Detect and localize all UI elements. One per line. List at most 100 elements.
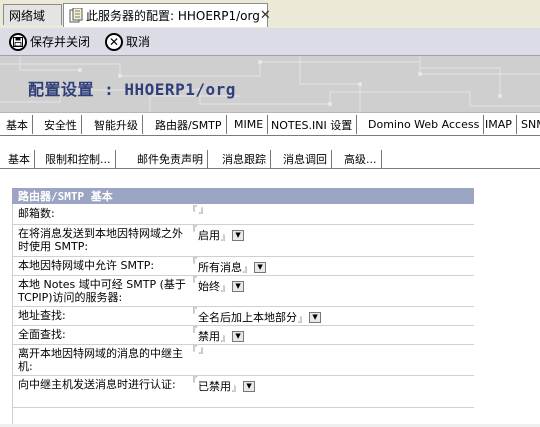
dropdown-arrow-icon[interactable]: ▼ — [254, 261, 267, 273]
subtab-label: 高级... — [344, 153, 377, 166]
field-row-relay-auth: 向中继主机发送消息时进行认证: 『已禁用』 ▼ — [12, 376, 474, 408]
field-value: 所有消息 — [198, 261, 243, 274]
cancel-x-icon: ✕ — [105, 32, 123, 51]
field-bracket-open: 『 — [188, 327, 198, 337]
tab-label: Domino Web Access — [368, 118, 480, 131]
dropdown-arrow-icon[interactable]: ▼ — [309, 311, 322, 323]
field-bracket-close: 』 — [221, 284, 231, 294]
field-bracket-close: 』 — [221, 233, 231, 243]
field-bracket-open: 『 — [188, 346, 198, 356]
tab-snmp[interactable]: SNM — [517, 115, 540, 134]
section-header: 路由器/SMTP 基本 — [12, 188, 474, 204]
subtab-basics[interactable]: 基本 — [4, 150, 35, 168]
tab-mime[interactable]: MIME — [230, 115, 269, 134]
tab-label: MIME — [234, 118, 264, 131]
address-lookup-field[interactable]: 『全名后加上本地部分』 ▼ — [188, 308, 322, 325]
subtab-message-tracking[interactable]: 消息跟踪 — [218, 150, 271, 168]
save-disk-icon — [9, 32, 27, 51]
tab-label: IMAP — [485, 118, 512, 131]
subtab-message-recall[interactable]: 消息调回 — [279, 150, 332, 168]
sub-tab-bar: 基本 限制和控制... 邮件免责声明 消息跟踪 消息调回 高级... — [0, 148, 540, 170]
smtp-servers-field[interactable]: 『始终』 ▼ — [188, 277, 245, 294]
action-bar: 保存并关闭 ✕ 取消 — [0, 28, 540, 56]
window-tab-server-config[interactable]: 此服务器的配置: HHOERP1/org ✕ — [63, 3, 271, 27]
tab-label: 安全性 — [44, 118, 77, 132]
tab-router-smtp[interactable]: 路由器/SMTP — [151, 115, 227, 134]
field-row-mailbox-count: 邮箱数: 『』 — [12, 205, 474, 225]
subtab-label: 消息跟踪 — [222, 153, 266, 166]
tab-label: 智能升级 — [94, 118, 138, 132]
dropdown-arrow-icon[interactable]: ▼ — [232, 330, 245, 342]
field-bracket-open: 『 — [188, 308, 198, 318]
tab-security[interactable]: 安全性 — [40, 115, 82, 134]
field-value: 已禁用 — [198, 380, 232, 393]
settings-table: 邮箱数: 『』 在将消息发送到本地因特网域之外时使用 SMTP: 『启用』 ▼ … — [12, 205, 474, 408]
field-bracket-close: 』 — [199, 206, 209, 216]
save-and-close-button[interactable]: 保存并关闭 — [9, 31, 90, 52]
field-row-smtp-inbound: 本地因特网域中允许 SMTP: 『所有消息』 ▼ — [12, 257, 474, 276]
tab-label: SNM — [521, 118, 540, 131]
window-tab-network-domain[interactable]: 网络域 — [3, 4, 62, 25]
field-label: 在将消息发送到本地因特网域之外时使用 SMTP: — [18, 227, 183, 253]
subtab-label: 基本 — [8, 153, 30, 166]
tab-label: NOTES.INI 设置 — [271, 118, 353, 132]
tab-smart-upgrade[interactable]: 智能升级 — [90, 115, 143, 134]
tab-label: 基本 — [6, 118, 28, 132]
exhaustive-lookup-field[interactable]: 『禁用』 ▼ — [188, 327, 245, 344]
tab-notes-ini[interactable]: NOTES.INI 设置 — [267, 115, 358, 134]
relay-auth-field[interactable]: 『已禁用』 ▼ — [188, 377, 256, 394]
field-row-exhaustive-lookup: 全面查找: 『禁用』 ▼ — [12, 326, 474, 345]
window-tab-label: 网络域 — [9, 8, 46, 23]
field-bracket-close: 』 — [298, 315, 308, 325]
tab-basics[interactable]: 基本 — [2, 115, 33, 134]
cancel-button[interactable]: ✕ 取消 — [105, 31, 150, 52]
field-bracket-close: 』 — [199, 346, 209, 356]
field-label: 离开本地因特网域的消息的中继主机: — [18, 347, 183, 373]
window-tab-strip: 网络域 此服务器的配置: HHOERP1/org ✕ — [0, 0, 540, 29]
tab-imap[interactable]: IMAP — [481, 115, 517, 134]
field-value: 禁用 — [198, 330, 221, 343]
tab-domino-web-access[interactable]: Domino Web Access — [364, 115, 485, 134]
field-label: 向中继主机发送消息时进行认证: — [18, 378, 176, 391]
subtab-advanced[interactable]: 高级... — [340, 150, 382, 168]
field-label: 本地 Notes 域中可经 SMTP (基于 TCPIP)访问的服务器: — [18, 278, 186, 304]
smtp-inbound-field[interactable]: 『所有消息』 ▼ — [188, 258, 267, 275]
field-label: 全面查找: — [18, 328, 66, 341]
tab-label: 路由器/SMTP — [155, 118, 222, 132]
subtab-disclaimer[interactable]: 邮件免责声明 — [133, 150, 208, 168]
subtab-label: 限制和控制... — [45, 153, 111, 166]
field-bracket-open: 『 — [188, 277, 198, 287]
field-row-smtp-outbound: 在将消息发送到本地因特网域之外时使用 SMTP: 『启用』 ▼ — [12, 225, 474, 257]
dropdown-arrow-icon[interactable]: ▼ — [232, 280, 245, 292]
dropdown-arrow-icon[interactable]: ▼ — [243, 380, 256, 392]
mailbox-count-field[interactable]: 『』 — [188, 207, 208, 216]
page-banner: 配置设置 : HHOERP1/org — [0, 56, 540, 113]
cancel-label: 取消 — [126, 35, 151, 49]
field-bracket-open: 『 — [188, 226, 198, 236]
field-value: 始终 — [198, 280, 221, 293]
smtp-outbound-field[interactable]: 『启用』 ▼ — [188, 226, 245, 243]
relay-host-field[interactable]: 『』 — [188, 347, 208, 356]
window-tab-label: 此服务器的配置: HHOERP1/org — [86, 9, 260, 23]
dropdown-arrow-icon[interactable]: ▼ — [232, 229, 245, 241]
subtab-restrictions[interactable]: 限制和控制... — [41, 150, 116, 168]
field-bracket-close: 』 — [243, 265, 253, 275]
subtab-label: 消息调回 — [283, 153, 327, 166]
document-icon — [69, 7, 83, 24]
field-value: 全名后加上本地部分 — [198, 311, 298, 324]
field-bracket-open: 『 — [188, 258, 198, 268]
field-row-smtp-servers: 本地 Notes 域中可经 SMTP (基于 TCPIP)访问的服务器: 『始终… — [12, 276, 474, 307]
field-bracket-open: 『 — [188, 206, 198, 216]
field-bracket-close: 』 — [221, 334, 231, 344]
save-and-close-label: 保存并关闭 — [30, 35, 91, 49]
field-label: 地址查找: — [18, 309, 66, 322]
field-bracket-open: 『 — [188, 377, 198, 387]
field-value: 启用 — [198, 229, 221, 242]
field-row-relay-host: 离开本地因特网域的消息的中继主机: 『』 — [12, 345, 474, 376]
page-title: 配置设置 : HHOERP1/org — [28, 80, 236, 99]
close-tab-icon[interactable]: ✕ — [260, 8, 271, 23]
sub-tab-divider — [0, 168, 540, 169]
subtab-label: 邮件免责声明 — [137, 153, 203, 166]
field-label: 邮箱数: — [18, 207, 55, 220]
main-tab-bar: 基本 安全性 智能升级 路由器/SMTP MIME NOTES.INI 设置 D… — [0, 113, 540, 136]
